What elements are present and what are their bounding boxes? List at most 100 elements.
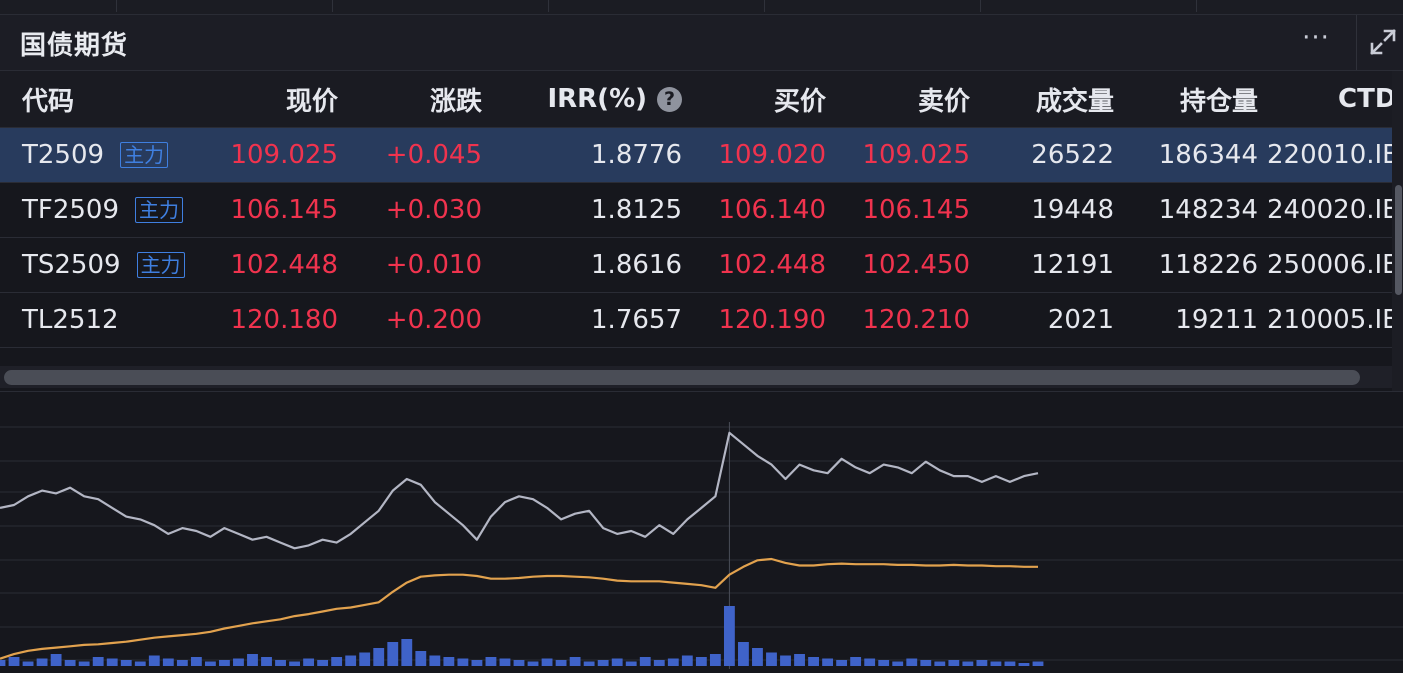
volume-bar (429, 655, 441, 666)
volume-bar (808, 657, 819, 666)
col-header-ask[interactable]: 卖价 (830, 71, 970, 127)
volume-bar (331, 657, 343, 666)
change-cell: +0.045 (385, 140, 482, 170)
volume-bar (752, 648, 763, 666)
volume-bar (162, 658, 174, 666)
irr-cell: 1.7657 (591, 305, 682, 335)
table-row[interactable]: TS2509 主力 102.448 +0.010 1.8616 102.448 … (0, 238, 1392, 293)
volume-bar (499, 658, 511, 666)
panel-title: 国债期货 (20, 31, 129, 61)
col-header-volume[interactable]: 成交量 (980, 71, 1114, 127)
volume-bar (485, 657, 497, 666)
table-row[interactable]: TF2509 主力 106.145 +0.030 1.8125 106.140 … (0, 183, 1392, 238)
volume-bar (50, 654, 62, 666)
irr-cell: 1.8776 (591, 140, 682, 170)
volume-bar (780, 655, 791, 666)
contract-code: TS2509 (22, 250, 121, 280)
ask-cell: 109.025 (862, 140, 970, 170)
volume-bar (148, 655, 160, 666)
volume-bar (0, 660, 6, 666)
volume-bar (990, 661, 1002, 666)
volume-bar (1018, 663, 1030, 666)
col-header-irr-label: IRR(%) (547, 84, 647, 114)
price-cell: 109.025 (230, 140, 338, 170)
bid-cell: 120.190 (718, 305, 826, 335)
code-cell: TS2509 主力 (22, 238, 185, 292)
price-cell: 120.180 (230, 305, 338, 335)
ask-cell: 106.145 (862, 195, 970, 225)
change-cell: +0.010 (385, 250, 482, 280)
volume-bar (1004, 661, 1016, 666)
main-contract-tag: 主力 (120, 142, 169, 168)
volume-bar (583, 661, 595, 666)
change-cell: +0.030 (385, 195, 482, 225)
volume-bar (738, 642, 749, 666)
col-header-irr[interactable]: IRR(%) ? (500, 71, 682, 127)
volume-bar (920, 660, 932, 666)
volume-bar (303, 658, 315, 666)
volume-bar (639, 657, 651, 666)
open-interest-cell: 148234 (1158, 195, 1258, 225)
volume-bar (190, 657, 202, 666)
col-header-price[interactable]: 现价 (180, 71, 338, 127)
main-contract-tag: 主力 (136, 252, 185, 278)
intraday-chart-svg (0, 422, 1403, 669)
ctd-cell: 210005.IB (1267, 305, 1392, 335)
table-row[interactable]: TL2512 120.180 +0.200 1.7657 120.190 120… (0, 293, 1392, 348)
ctd-cell: 220010.IB (1267, 140, 1392, 170)
volume-bar (836, 660, 848, 666)
volume-bar (204, 661, 216, 666)
irr-line (0, 557, 1038, 660)
volume-bar (8, 657, 20, 666)
volume-bar (1032, 661, 1044, 666)
question-mark-icon[interactable]: ? (657, 86, 682, 112)
volume-cell: 2021 (1047, 305, 1114, 335)
col-header-bid[interactable]: 买价 (690, 71, 826, 127)
horizontal-scrollbar-thumb[interactable] (4, 370, 1360, 385)
volume-bar (597, 660, 609, 666)
more-options-button[interactable]: ··· (1296, 23, 1336, 59)
open-interest-cell: 19211 (1175, 305, 1258, 335)
table-header-row: 代码 现价 涨跌 IRR(%) ? 买价 卖价 成交量 持仓量 CTD (0, 71, 1392, 128)
volume-bar (233, 658, 244, 666)
contract-code: TF2509 (22, 195, 120, 225)
open-interest-cell: 118226 (1158, 250, 1258, 280)
col-header-ctd[interactable]: CTD (1338, 71, 1392, 127)
volume-bar (176, 660, 188, 666)
bid-cell: 109.020 (718, 140, 826, 170)
col-header-code[interactable]: 代码 (22, 71, 74, 127)
volume-bar (78, 661, 90, 666)
volume-bar (275, 660, 286, 666)
volume-bar (415, 651, 427, 666)
irr-cell: 1.8616 (591, 250, 682, 280)
volume-bar (569, 657, 581, 666)
ask-cell: 120.210 (862, 305, 970, 335)
volume-bar (864, 658, 876, 666)
vertical-scrollbar-thumb[interactable] (1395, 185, 1402, 295)
volume-cell: 12191 (1031, 250, 1114, 280)
volume-bar (948, 660, 960, 666)
ask-cell: 102.450 (862, 250, 970, 280)
volume-bar (541, 658, 553, 666)
header-divider (1356, 15, 1357, 70)
volume-bar (513, 660, 525, 666)
volume-bar (611, 658, 623, 666)
volume-bar (934, 661, 946, 666)
volume-bar (345, 655, 357, 666)
expand-button[interactable] (1366, 25, 1400, 59)
bid-cell: 102.448 (718, 250, 826, 280)
open-interest-cell: 186344 (1158, 140, 1258, 170)
col-header-open-interest[interactable]: 持仓量 (1120, 71, 1258, 127)
volume-bar (709, 654, 721, 666)
price-cell: 102.448 (230, 250, 338, 280)
volume-bar (92, 657, 104, 666)
volume-bar (766, 652, 777, 666)
volume-bar (289, 661, 300, 666)
volume-bar (373, 648, 385, 666)
volume-bar (653, 660, 665, 666)
col-header-change[interactable]: 涨跌 (340, 71, 482, 127)
code-cell: TF2509 主力 (22, 183, 184, 237)
price-cell: 106.145 (230, 195, 338, 225)
table-row[interactable]: T2509 主力 109.025 +0.045 1.8776 109.020 1… (0, 128, 1392, 183)
price-line (0, 431, 1039, 550)
